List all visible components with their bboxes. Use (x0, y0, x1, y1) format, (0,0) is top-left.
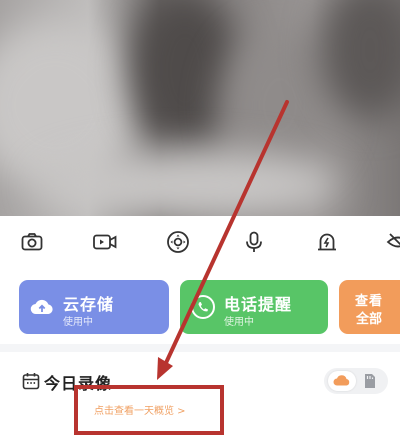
annotation-highlight-box (74, 385, 224, 435)
annotation-arrow (157, 100, 289, 380)
